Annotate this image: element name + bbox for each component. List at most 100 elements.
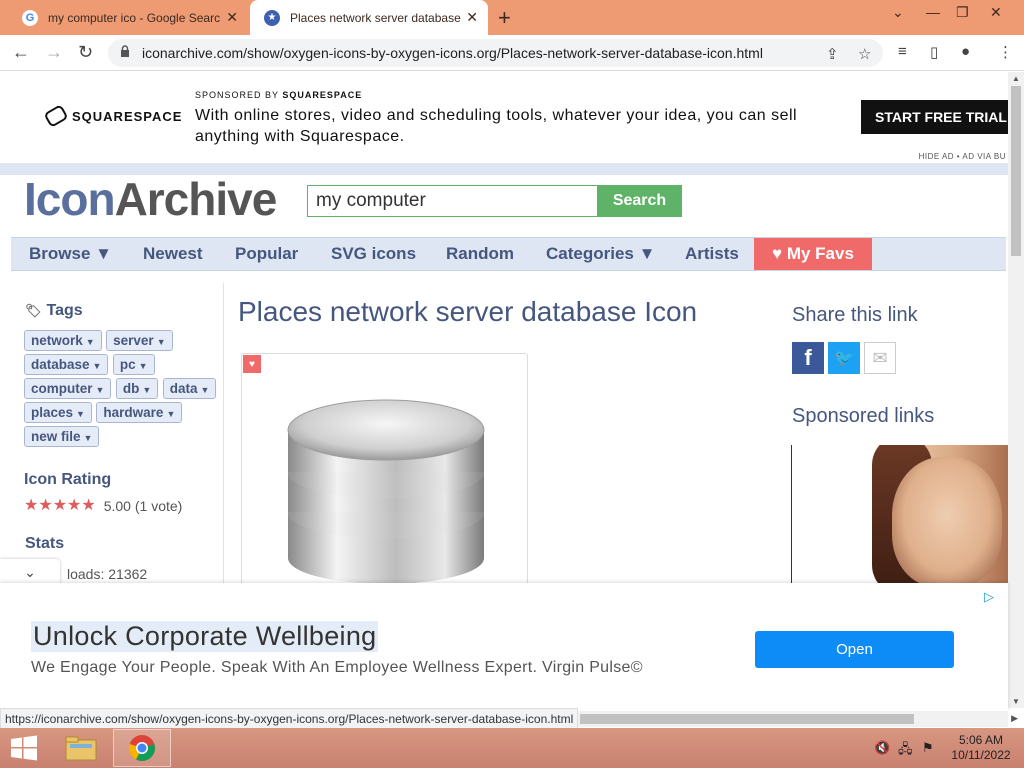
share-icon[interactable]: ⇪ [826,45,839,63]
sponsored-brand: SQUARESPACE [282,90,363,100]
star-icon[interactable]: ★ [53,498,67,514]
squarespace-wordmark: SQUARESPACE [72,108,183,124]
nav-svg-icons[interactable]: SVG icons [331,238,416,270]
reload-icon[interactable]: ↻ [78,42,93,63]
tab-iconarchive[interactable]: ★ Places network server database Icon ✕ [250,0,488,35]
file-explorer-icon[interactable] [52,729,110,767]
system-clock[interactable]: 5:06 AM 10/11/2022 [946,733,1016,763]
tag-hardware[interactable]: hardware ▼ [96,402,183,423]
bookmark-star-icon[interactable]: ☆ [858,45,871,63]
tag-label: network [31,333,83,348]
tag-label: data [169,381,198,396]
star-icon[interactable]: ★ [81,498,95,514]
nav-browse[interactable]: Browse ▼ [29,238,112,270]
tab-search-icon[interactable]: ⌄ [892,4,904,21]
caret-down-icon: ▼ [200,385,210,395]
database-server-icon [287,399,485,594]
tag-data[interactable]: data ▼ [162,378,217,399]
caret-down-icon: ▼ [166,409,176,419]
collapse-ad-button[interactable]: ⌄ [0,559,60,585]
tag-label: hardware [103,405,164,420]
caret-down-icon: ▼ [92,361,102,371]
iconarchive-logo[interactable]: IconArchive [24,172,278,226]
address-bar[interactable]: iconarchive.com/show/oxygen-icons-by-oxy… [108,39,883,67]
search-button[interactable]: Search [597,185,682,217]
tag-database[interactable]: database ▼ [24,354,109,375]
tag-computer[interactable]: computer ▼ [24,378,112,399]
tag-label: computer [31,381,93,396]
minimize-button[interactable]: — [926,4,940,20]
rating-text: 5.00 (1 vote) [103,498,183,514]
profile-icon[interactable]: ● [961,43,970,60]
side-panel-icon[interactable]: ▯ [930,43,938,61]
sponsored-ad-image[interactable] [791,445,1008,585]
search-input[interactable] [307,185,598,217]
tag-label: pc [119,357,136,372]
tags-heading: 🏷 Tags [25,302,83,320]
scroll-up-icon[interactable]: ▲ [1012,74,1020,83]
close-tab-icon[interactable]: ✕ [466,9,478,26]
scrollbar-thumb[interactable] [1011,86,1021,256]
ad-copy: With online stores, video and scheduling… [195,107,798,145]
star-rating[interactable]: ★ ★ ★ ★ ★ 5.00 (1 vote) [24,498,183,515]
top-ad-banner[interactable]: SQUARESPACE SPONSORED BY SQUARESPACE Wit… [0,72,1008,166]
adchoices-icon[interactable]: ▷ [984,589,994,605]
facebook-icon[interactable]: f [792,342,824,374]
action-center-icon[interactable]: ⚑ [922,740,934,756]
tag-pc[interactable]: pc ▼ [112,354,155,375]
chrome-taskbar-icon[interactable] [113,729,171,767]
nav-random[interactable]: Random [446,238,514,270]
windows-start-icon[interactable] [10,735,38,761]
tag-db[interactable]: db ▼ [115,378,159,399]
star-icon[interactable]: ★ [38,498,52,514]
star-icon[interactable]: ★ [24,498,38,514]
folder-icon [65,736,97,761]
scroll-down-icon[interactable]: ▼ [1012,697,1020,706]
new-tab-button[interactable]: + [498,5,511,31]
downloads-count: loads: 21362 [67,566,148,582]
tag-server[interactable]: server ▼ [106,330,173,351]
mail-icon[interactable]: ✉ [864,342,896,374]
bottom-ad-banner[interactable]: ▷ Unlock Corporate Wellbeing We Engage Y… [0,583,1008,711]
network-icon[interactable]: 🖧 [898,740,913,762]
reading-list-icon[interactable]: ≡ [898,43,907,60]
menu-kebab-icon[interactable]: ⋮ [998,43,1013,61]
logo-part-archive: Archive [114,173,278,225]
nav-my-favs[interactable]: ♥ My Favs [754,238,872,270]
twitter-icon[interactable]: 🐦 [828,342,860,374]
favorite-heart-icon[interactable]: ♥ [243,355,261,373]
restore-button[interactable]: ❐ [956,4,969,21]
hscroll-thumb[interactable] [580,714,914,724]
forward-icon[interactable]: → [45,42,63,63]
start-free-trial-button[interactable]: START FREE TRIAL N [861,100,1008,134]
star-icon[interactable]: ★ [67,498,81,514]
tag-label: new file [31,429,81,444]
vertical-scrollbar[interactable]: ▲ ▼ [1008,72,1024,708]
caret-down-icon: ▼ [142,385,152,395]
sponsored-prefix: SPONSORED BY [195,90,279,100]
ad-headline[interactable]: Unlock Corporate Wellbeing [31,621,379,652]
nav-popular[interactable]: Popular [235,238,298,270]
tag-network[interactable]: network ▼ [24,330,102,351]
tag-icon: 🏷 [25,303,42,318]
open-button[interactable]: Open [755,631,954,668]
nav-categories[interactable]: Categories ▼ [546,238,655,270]
nav-artists[interactable]: Artists [685,238,739,270]
lock-icon [121,45,129,57]
volume-muted-icon[interactable]: 🔇 [874,740,890,756]
window-close-button[interactable]: ✕ [990,4,1002,21]
squarespace-logo[interactable]: SQUARESPACE [43,104,183,128]
back-icon[interactable]: ← [12,42,30,63]
tag-places[interactable]: places ▼ [24,402,92,423]
tab-google-search[interactable]: G my computer ico - Google Search ✕ [8,0,248,35]
chrome-icon [128,735,155,761]
scroll-right-icon[interactable]: ▶ [1011,713,1018,724]
icon-preview[interactable]: ♥ [241,353,528,594]
hide-ad-link[interactable]: HIDE AD • AD VIA BU [919,152,1006,161]
close-tab-icon[interactable]: ✕ [226,9,238,26]
clock-time: 5:06 AM [958,733,1004,747]
nav-newest[interactable]: Newest [143,238,203,270]
tag-new-file[interactable]: new file ▼ [24,426,100,447]
main-nav: Browse ▼ Newest Popular SVG icons Random… [11,237,1006,271]
sidebar: 🏷 Tags network ▼ server ▼ database ▼ pc ▼ co… [11,283,224,583]
